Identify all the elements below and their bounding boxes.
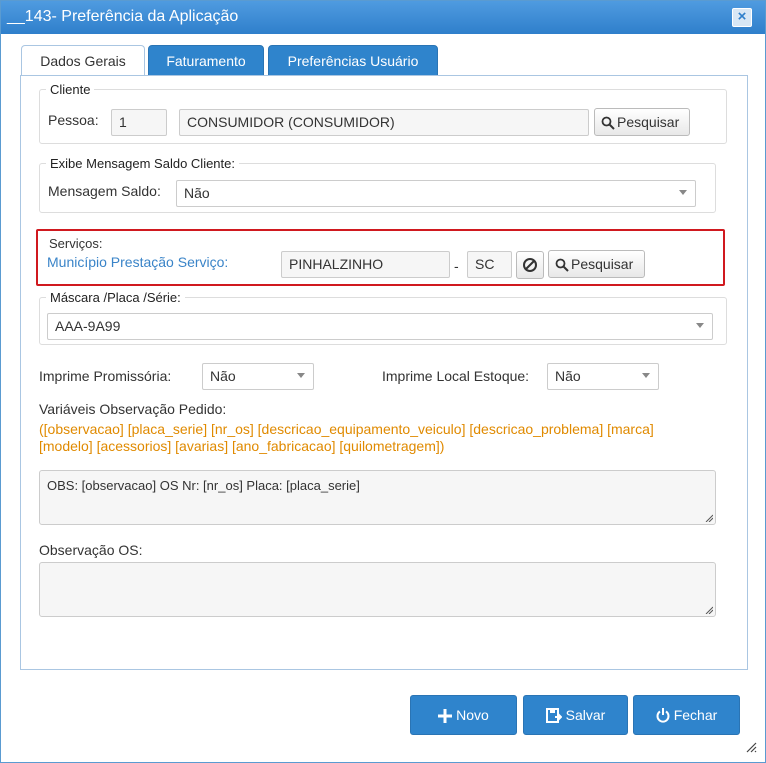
- salvar-label: Salvar: [565, 707, 606, 723]
- search-icon: [555, 258, 569, 272]
- tab-faturamento[interactable]: Faturamento: [148, 45, 264, 76]
- mascara-legend: Máscara /Placa /Série:: [46, 290, 185, 305]
- observacao-pedido-value: OBS: [observacao] OS Nr: [nr_os] Placa: …: [47, 478, 360, 493]
- close-icon: ×: [737, 8, 747, 25]
- window-title: __143- Preferência da Aplicação: [7, 8, 239, 25]
- imprime-local-estoque-select[interactable]: Não: [547, 363, 659, 390]
- clear-municipio-button[interactable]: [516, 251, 544, 279]
- uf-input[interactable]: SC: [467, 251, 512, 278]
- mensagem-saldo-legend: Exibe Mensagem Saldo Cliente:: [46, 156, 239, 171]
- pessoa-nome-input[interactable]: CONSUMIDOR (CONSUMIDOR): [179, 109, 589, 136]
- municipio-input[interactable]: PINHALZINHO: [281, 251, 450, 278]
- variaveis-label: Variáveis Observação Pedido:: [39, 401, 227, 417]
- mensagem-saldo-label: Mensagem Saldo:: [48, 183, 161, 199]
- mascara-value: AAA-9A99: [55, 318, 121, 334]
- variaveis-line-2: [modelo] [acessorios] [avarias] [ano_fab…: [39, 438, 445, 454]
- resize-grip-icon: [705, 606, 713, 614]
- clear-icon: [523, 258, 537, 272]
- tab-label: Preferências Usuário: [287, 53, 419, 69]
- imprime-local-estoque-label: Imprime Local Estoque:: [382, 368, 530, 384]
- imprime-local-estoque-value: Não: [555, 368, 581, 384]
- power-icon: [656, 708, 670, 723]
- save-icon: [545, 708, 563, 723]
- plus-icon: [438, 709, 453, 723]
- window-resize-grip-icon[interactable]: [745, 741, 757, 753]
- observacao-os-textarea[interactable]: [39, 562, 716, 617]
- resize-grip-icon: [705, 514, 713, 522]
- chevron-down-icon: [642, 373, 650, 378]
- novo-label: Novo: [456, 707, 489, 723]
- search-icon: [601, 116, 615, 130]
- imprime-promissoria-label: Imprime Promissória:: [39, 368, 172, 384]
- cliente-search-button[interactable]: Pesquisar: [594, 108, 690, 136]
- title-bar: __143- Preferência da Aplicação ×: [1, 1, 765, 34]
- fechar-button[interactable]: Fechar: [633, 695, 740, 735]
- tab-preferencias-usuario[interactable]: Preferências Usuário: [268, 45, 438, 76]
- variaveis-note: ([observacao] [placa_serie] [nr_os] [des…: [39, 421, 729, 455]
- mensagem-saldo-select[interactable]: Não: [176, 180, 696, 207]
- municipio-label: Município Prestação Serviço:: [47, 254, 229, 270]
- observacao-os-label: Observação OS:: [39, 542, 143, 558]
- chevron-down-icon: [679, 190, 687, 195]
- search-label: Pesquisar: [617, 114, 680, 130]
- salvar-button[interactable]: Salvar: [523, 695, 628, 735]
- observacao-pedido-textarea[interactable]: OBS: [observacao] OS Nr: [nr_os] Placa: …: [39, 470, 716, 525]
- cliente-legend: Cliente: [46, 82, 95, 97]
- mensagem-saldo-value: Não: [184, 185, 210, 201]
- imprime-promissoria-value: Não: [210, 368, 236, 384]
- tab-label: Faturamento: [166, 53, 246, 69]
- novo-button[interactable]: Novo: [410, 695, 517, 735]
- imprime-promissoria-select[interactable]: Não: [202, 363, 314, 390]
- pessoa-id-input[interactable]: 1: [111, 109, 167, 136]
- mascara-select[interactable]: AAA-9A99: [47, 313, 713, 340]
- tab-dados-gerais[interactable]: Dados Gerais: [21, 45, 145, 76]
- preferences-window: __143- Preferência da Aplicação × Dados …: [0, 0, 766, 763]
- chevron-down-icon: [696, 323, 704, 328]
- variaveis-line-1: ([observacao] [placa_serie] [nr_os] [des…: [39, 421, 654, 437]
- fechar-label: Fechar: [673, 707, 718, 723]
- separator: -: [454, 258, 459, 274]
- tab-label: Dados Gerais: [40, 53, 126, 69]
- servicos-legend: Serviços:: [49, 236, 103, 251]
- chevron-down-icon: [297, 373, 305, 378]
- close-button[interactable]: ×: [732, 8, 752, 27]
- pessoa-label: Pessoa:: [48, 112, 99, 128]
- search-label: Pesquisar: [571, 256, 634, 272]
- municipio-search-button[interactable]: Pesquisar: [548, 250, 645, 278]
